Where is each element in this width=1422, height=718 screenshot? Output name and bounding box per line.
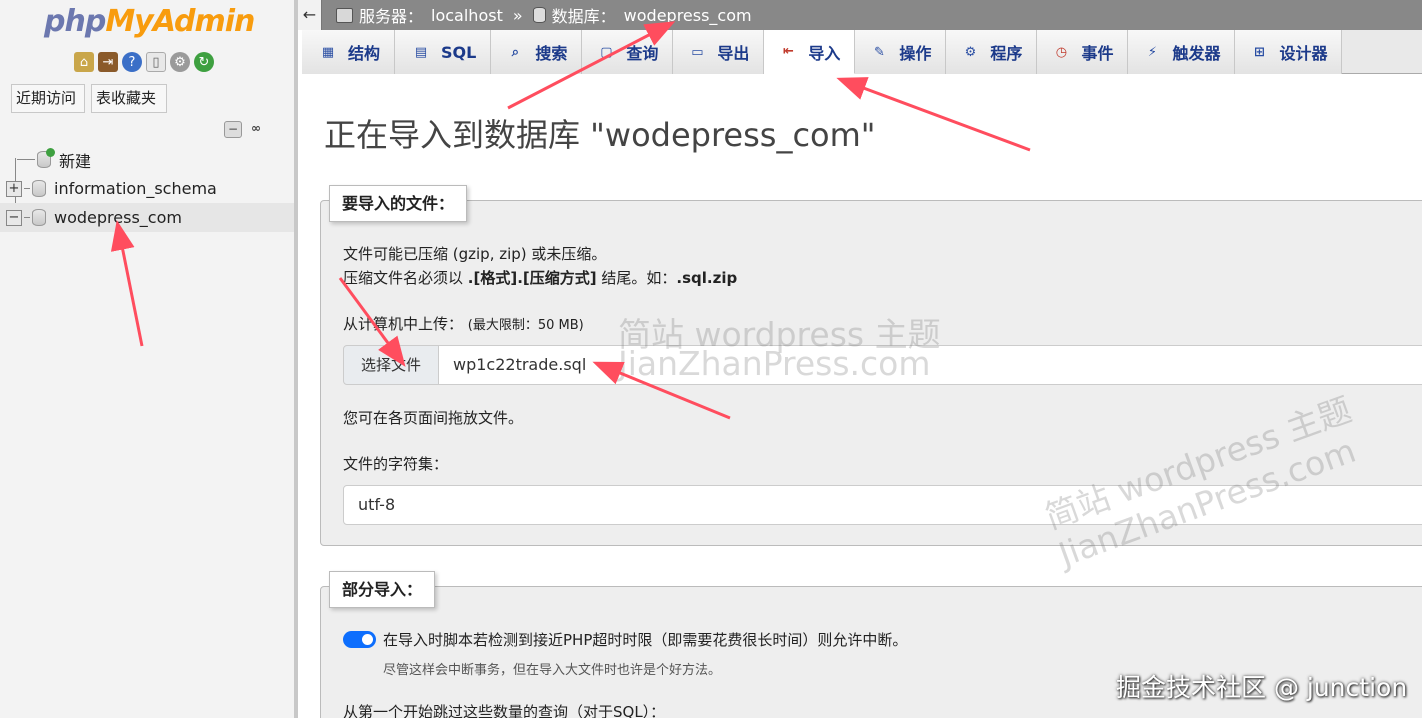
help-icon[interactable]: ? (122, 52, 142, 72)
selected-file-field[interactable]: wp1c22trade.sql (439, 345, 1422, 385)
favorite-tables-button[interactable]: 表收藏夹 (91, 84, 167, 113)
tree-item-label: wodepress_com (54, 208, 182, 227)
database-icon (32, 180, 46, 197)
tree-connector (24, 217, 30, 218)
upload-label: 从计算机中上传： (最大限制：50 MB) (343, 315, 584, 333)
file-upload-control: 选择文件 wp1c22trade.sql (343, 345, 1422, 385)
breadcrumb-db-link[interactable]: wodepress_com (624, 6, 752, 25)
phpmyadmin-logo[interactable]: phpMyAdmin (44, 4, 255, 39)
tab-label: 导出 (717, 44, 750, 63)
breadcrumb-server-label: 服务器： (359, 7, 424, 26)
tab-triggers[interactable]: ⚡ 触发器 (1128, 30, 1236, 74)
query-icon: ▢ (600, 44, 613, 60)
reload-icon[interactable]: ↻ (194, 52, 214, 72)
import-icon: ⇤ (782, 44, 794, 59)
back-arrow-icon[interactable]: ← (298, 0, 322, 30)
breadcrumb-server-link[interactable]: localhost (431, 6, 503, 25)
search-icon: ⌕ (511, 44, 519, 60)
expand-icon[interactable]: + (6, 180, 22, 197)
sql-icon: ▤ (414, 44, 428, 60)
allow-interrupt-label: 在导入时脚本若检测到接近PHP超时时限（即需要花费很长时间）则允许中断。 (383, 631, 908, 649)
charset-select[interactable]: utf-8 (343, 485, 1422, 525)
home-icon[interactable]: ⌂ (74, 52, 94, 72)
main-content: 正在导入到数据库 "wodepress_com" 要导入的文件： 文件可能已压缩… (302, 74, 1422, 718)
exit-icon[interactable]: ⇥ (98, 52, 118, 72)
nav-quick-icons: ⌂ ⇥ ? ▯ ⚙ ↻ (74, 52, 214, 72)
breadcrumb-bar: ← 服务器： localhost » 数据库： wodepress_com (298, 0, 1422, 30)
tab-export[interactable]: ▭ 导出 (673, 30, 765, 74)
breadcrumb-db-label: 数据库： (551, 7, 616, 26)
breadcrumb-separator: » (512, 5, 523, 25)
tab-label: 触发器 (1172, 44, 1221, 63)
allow-interrupt-toggle[interactable] (343, 631, 376, 648)
drag-drop-hint: 您可在各页面间拖放文件。 (343, 409, 524, 427)
navigation-panel: phpMyAdmin ⌂ ⇥ ? ▯ ⚙ ↻ 近期访问 表收藏夹 − ∞ 新建 … (0, 0, 298, 718)
routines-icon: ⚙ (964, 44, 977, 60)
choose-file-button[interactable]: 选择文件 (343, 345, 439, 385)
tab-structure[interactable]: ▦ 结构 (302, 30, 396, 74)
settings-icon[interactable]: ⚙ (170, 52, 190, 72)
recent-tables-button[interactable]: 近期访问 (11, 84, 85, 113)
tree-item-new[interactable]: 新建 (0, 145, 294, 174)
tab-label: 设计器 (1279, 44, 1328, 63)
tree-connector (24, 188, 30, 189)
docs-icon[interactable]: ▯ (146, 52, 166, 72)
logo-myadmin-text: MyAdmin (105, 4, 255, 39)
page-title: 正在导入到数据库 "wodepress_com" (324, 116, 876, 154)
tab-label: 查询 (626, 44, 659, 63)
tab-label: 结构 (348, 44, 381, 63)
structure-icon: ▦ (321, 44, 335, 60)
tab-label: SQL (441, 42, 477, 62)
new-database-icon (37, 148, 55, 168)
section-legend: 要导入的文件： (329, 185, 468, 222)
tab-search[interactable]: ⌕ 搜索 (491, 30, 583, 74)
tab-events[interactable]: ◷ 事件 (1037, 30, 1129, 74)
tab-routines[interactable]: ⚙ 程序 (946, 30, 1038, 74)
tab-query[interactable]: ▢ 查询 (582, 30, 674, 74)
database-icon (32, 209, 46, 226)
charset-label: 文件的字符集： (343, 455, 449, 473)
events-icon: ◷ (1055, 44, 1068, 60)
database-icon (532, 7, 546, 23)
tab-designer[interactable]: ⊞ 设计器 (1235, 30, 1343, 74)
tab-operations[interactable]: ✎ 操作 (855, 30, 947, 74)
tab-import[interactable]: ⇤ 导入 (764, 30, 856, 74)
tab-sql[interactable]: ▤ SQL (395, 30, 492, 74)
tree-connector (17, 159, 35, 160)
compression-format-note: 压缩文件名必须以 .[格式].[压缩方式] 结尾。如：.sql.zip (343, 269, 738, 287)
allow-interrupt-hint: 尽管这样会中断事务，但在导入大文件时也许是个好方法。 (383, 663, 722, 678)
credit-watermark: 掘金技术社区 @ junction (1116, 673, 1408, 702)
logo-php-text: php (44, 4, 106, 39)
tree-item-label: information_schema (54, 179, 217, 198)
wrench-icon: ✎ (873, 44, 885, 60)
tree-item-label: 新建 (59, 151, 92, 171)
tab-label: 导入 (808, 43, 841, 63)
tab-label: 搜索 (535, 44, 568, 63)
skip-queries-label: 从第一个开始跳过这些数量的查询（对于SQL）： (343, 703, 666, 718)
triggers-icon: ⚡ (1147, 44, 1158, 60)
designer-icon: ⊞ (1254, 44, 1265, 60)
export-icon: ▭ (691, 44, 704, 60)
collapse-all-icon[interactable]: − (224, 121, 242, 138)
tab-bar: ▦ 结构 ▤ SQL ⌕ 搜索 ▢ 查询 ▭ 导出 ⇤ 导入 ✎ 操作 ⚙ 程序 ◷ 事件 ⚡ 触发… (302, 30, 1422, 74)
tab-label: 操作 (899, 44, 932, 63)
tab-label: 事件 (1081, 44, 1114, 63)
file-to-import-section: 要导入的文件： 文件可能已压缩 (gzip, zip) 或未压缩。 压缩文件名必… (320, 185, 1422, 546)
tree-item-wodepress-com[interactable]: − wodepress_com (0, 203, 294, 232)
collapse-icon[interactable]: − (6, 209, 22, 226)
tree-item-information-schema[interactable]: + information_schema (0, 174, 294, 203)
tab-label: 程序 (990, 44, 1023, 63)
tree-controls: − ∞ (224, 121, 265, 138)
database-tree: 新建 + information_schema − wodepress_com (0, 145, 294, 232)
server-icon (336, 7, 353, 23)
compression-note: 文件可能已压缩 (gzip, zip) 或未压缩。 (343, 245, 607, 263)
section-legend: 部分导入： (329, 571, 436, 608)
link-with-main-icon[interactable]: ∞ (247, 121, 265, 138)
